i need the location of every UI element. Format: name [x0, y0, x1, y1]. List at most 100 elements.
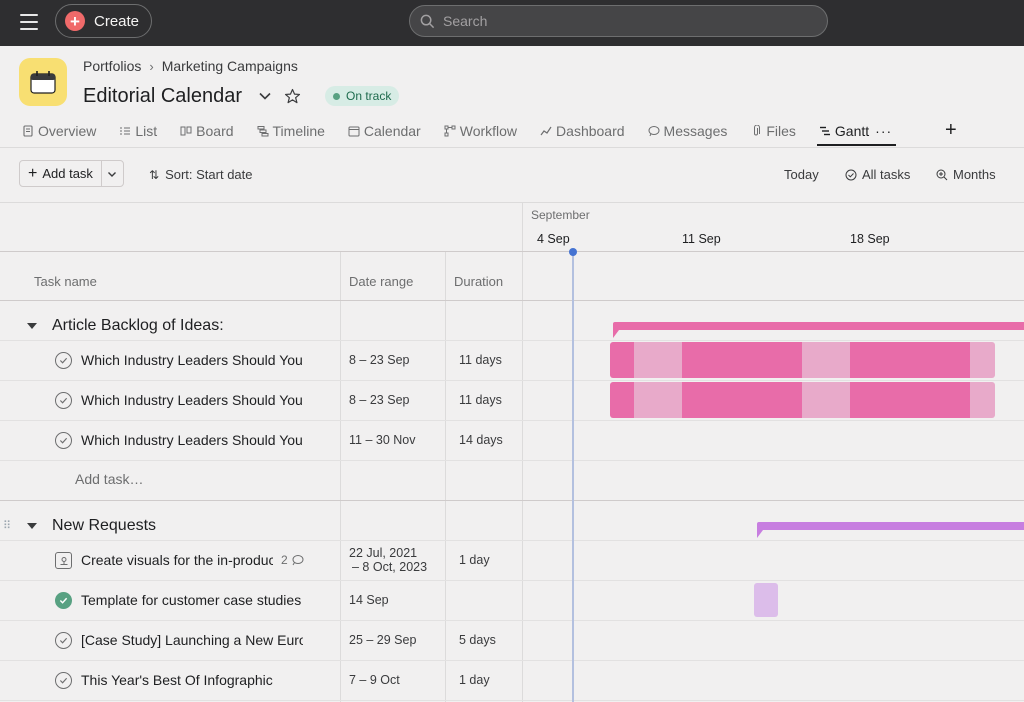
tab-board[interactable]: Board	[180, 118, 234, 144]
page-title[interactable]: Editorial Calendar	[83, 85, 242, 108]
today-marker-dot	[569, 248, 577, 256]
row-divider	[0, 420, 1024, 421]
tab-timeline[interactable]: Timeline	[257, 118, 325, 144]
task-date-range[interactable]: 7 – 9 Oct	[349, 673, 400, 687]
task-name[interactable]: Which Industry Leaders Should You Follow	[81, 392, 303, 408]
plus-icon: +	[65, 11, 85, 31]
task-bar[interactable]	[610, 382, 995, 418]
divider	[0, 202, 1024, 203]
approval-icon[interactable]	[55, 552, 72, 569]
task-name[interactable]: Create visuals for the in-product	[81, 552, 273, 568]
column-header-task-name[interactable]: Task name	[34, 274, 97, 289]
add-task-dropdown[interactable]	[100, 161, 123, 186]
zoom-months-button[interactable]: Months	[936, 167, 996, 182]
add-tab-button[interactable]: +	[945, 119, 957, 141]
tab-dashboard[interactable]: Dashboard	[540, 118, 625, 144]
collapse-caret-icon[interactable]	[27, 323, 37, 329]
tab-workflow[interactable]: Workflow	[444, 118, 517, 144]
task-date-range[interactable]: 8 – 23 Sep	[349, 393, 409, 407]
column-header-date-range[interactable]: Date range	[349, 274, 413, 289]
task-name[interactable]: Template for customer case studies	[81, 592, 303, 608]
drag-handle-icon[interactable]: ⠿	[3, 519, 11, 532]
status-badge[interactable]: On track	[324, 86, 400, 106]
pane-divider[interactable]	[522, 203, 523, 702]
column-header-duration[interactable]: Duration	[454, 274, 503, 289]
task-bar[interactable]	[754, 583, 778, 617]
tab-messages[interactable]: Messages	[648, 118, 727, 144]
task-date-range[interactable]: 22 Jul, 2021 – 8 Oct, 2023	[349, 546, 427, 574]
sort-icon: ⇅	[149, 167, 160, 182]
divider	[0, 147, 1024, 148]
comment-icon	[292, 555, 304, 566]
tab-label: Dashboard	[556, 123, 625, 139]
add-task-button[interactable]: + Add task	[19, 160, 124, 187]
plus-icon: +	[28, 164, 38, 182]
task-name[interactable]: [Case Study] Launching a New Europe	[81, 632, 303, 648]
check-circle-icon[interactable]	[55, 432, 72, 449]
breadcrumb-portfolios[interactable]: Portfolios	[83, 58, 141, 74]
task-bar-weekend	[970, 342, 995, 378]
task-bar-weekend	[802, 342, 850, 378]
create-button[interactable]: + Create	[55, 4, 152, 38]
row-divider	[0, 380, 1024, 381]
all-tasks-filter[interactable]: All tasks	[845, 167, 910, 182]
section-title[interactable]: Article Backlog of Ideas:	[52, 317, 224, 335]
task-date-range[interactable]: 11 – 30 Nov	[349, 433, 415, 447]
timeline-day: 4 Sep	[537, 232, 570, 246]
task-bar-segment	[850, 342, 970, 378]
task-date-start: 22 Jul, 2021	[349, 546, 418, 560]
task-date-range[interactable]: 25 – 29 Sep	[349, 633, 416, 647]
check-circle-icon[interactable]	[55, 672, 72, 689]
task-name[interactable]: Which Industry Leaders Should You Follow	[81, 432, 303, 448]
tab-gantt[interactable]: Gantt ···	[816, 118, 897, 146]
add-task-main[interactable]: + Add task	[20, 161, 101, 186]
chevron-right-icon: ›	[149, 58, 154, 74]
more-icon[interactable]: ···	[875, 123, 892, 139]
board-icon	[180, 126, 192, 136]
timeline-month: September	[531, 208, 590, 222]
search-input[interactable]: Search	[409, 5, 828, 37]
task-bar-weekend	[802, 382, 850, 418]
today-label: Today	[784, 167, 819, 182]
task-name[interactable]: Which Industry Leaders Should You Follow	[81, 352, 303, 368]
task-bar[interactable]	[610, 342, 995, 378]
tab-label: List	[135, 123, 158, 139]
tab-calendar[interactable]: Calendar	[348, 118, 421, 144]
section-summary-bar[interactable]	[757, 522, 1024, 538]
task-name[interactable]: This Year's Best Of Infographic	[81, 672, 303, 688]
sort-button[interactable]: ⇅ Sort: Start date	[149, 167, 253, 182]
task-bar-weekend	[970, 382, 995, 418]
tab-label: Board	[196, 123, 234, 139]
task-date-range[interactable]: 14 Sep	[349, 593, 389, 607]
today-button[interactable]: Today	[784, 167, 819, 182]
add-task-link[interactable]: Add task…	[75, 471, 143, 487]
check-circle-icon[interactable]	[55, 352, 72, 369]
tab-label: Files	[766, 123, 796, 139]
task-date-range[interactable]: 8 – 23 Sep	[349, 353, 409, 367]
comment-count[interactable]: 2	[281, 553, 304, 567]
check-circle-icon[interactable]	[55, 392, 72, 409]
column-divider[interactable]	[445, 252, 446, 702]
list-icon	[120, 127, 131, 135]
star-icon[interactable]	[284, 88, 301, 105]
document-icon	[23, 125, 33, 137]
tab-list[interactable]: List	[119, 118, 157, 144]
completed-check-icon[interactable]	[55, 592, 72, 609]
project-calendar-icon	[19, 58, 67, 106]
timeline-icon	[257, 126, 269, 137]
breadcrumb-marketing-campaigns[interactable]: Marketing Campaigns	[162, 58, 298, 74]
timeline-day: 11 Sep	[682, 232, 721, 246]
check-circle-icon[interactable]	[55, 632, 72, 649]
search-icon	[420, 14, 435, 28]
timeline-day: 18 Sep	[850, 232, 890, 246]
section-summary-bar[interactable]	[613, 322, 1024, 338]
breadcrumb: Portfolios › Marketing Campaigns	[83, 58, 298, 74]
menu-icon[interactable]	[20, 14, 38, 30]
collapse-caret-icon[interactable]	[27, 523, 37, 529]
column-divider[interactable]	[340, 252, 341, 702]
tab-overview[interactable]: Overview	[22, 118, 96, 144]
tab-files[interactable]: Files	[750, 118, 796, 144]
today-marker-line	[572, 252, 574, 702]
chevron-down-icon[interactable]	[258, 89, 272, 103]
section-title[interactable]: New Requests	[52, 517, 156, 535]
